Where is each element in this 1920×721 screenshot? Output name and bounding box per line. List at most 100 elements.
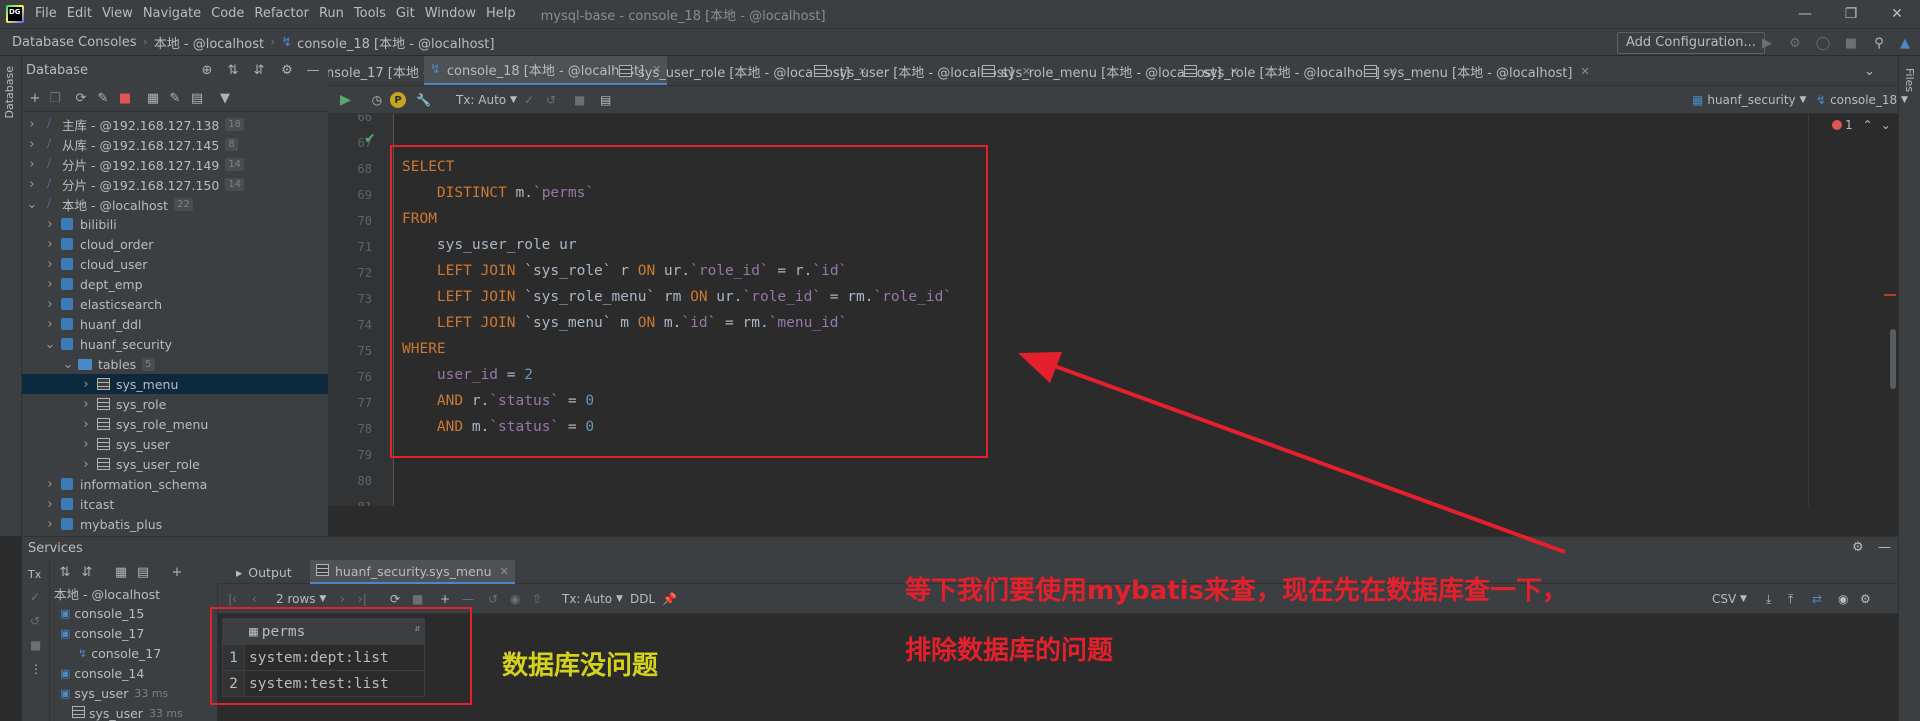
stop-icon[interactable]: ■: [30, 638, 41, 652]
result-tab[interactable]: ▸ Output: [230, 560, 298, 584]
tree-item[interactable]: › sys_role_menu: [22, 414, 328, 434]
copy-icon[interactable]: ❐: [46, 89, 64, 107]
chevron-right-icon[interactable]: ›: [80, 437, 92, 452]
chevron-down-icon[interactable]: ⌄: [44, 337, 56, 352]
profile-icon[interactable]: P: [390, 92, 406, 108]
chevron-down-icon[interactable]: ⌄: [1881, 118, 1891, 132]
add-configuration-button[interactable]: Add Configuration...: [1617, 32, 1765, 54]
chevron-right-icon[interactable]: ›: [44, 497, 56, 512]
breadcrumb-item-consoles[interactable]: Database Consoles: [12, 35, 137, 50]
breadcrumb-item-console[interactable]: console_18 [本地 - @localhost]: [297, 33, 494, 52]
code-line[interactable]: LEFT JOIN `sys_role` r ON ur.`role_id` =…: [402, 263, 847, 279]
menu-view[interactable]: View: [97, 0, 138, 28]
code-line[interactable]: WHERE: [402, 341, 446, 357]
code-line[interactable]: sys_user_role ur: [402, 237, 577, 253]
group-icon[interactable]: ▦: [112, 563, 130, 581]
more-icon[interactable]: ⋮: [30, 662, 42, 676]
refresh-icon[interactable]: ⟳: [72, 89, 90, 107]
filter-icon[interactable]: ▼: [216, 89, 234, 107]
tree-item[interactable]: › cloud_user: [22, 254, 328, 274]
service-item[interactable]: sys_user 33 ms: [72, 703, 183, 721]
tree-item[interactable]: ⌄ tables 5: [22, 354, 328, 374]
restore-icon[interactable]: ❐: [1828, 0, 1874, 28]
coverage-icon[interactable]: ◯: [1814, 34, 1832, 52]
minimize-icon[interactable]: —: [1782, 0, 1828, 28]
add-icon[interactable]: +: [26, 89, 44, 107]
sql-editor[interactable]: 66676869707172737475767778798081 SELECT …: [328, 114, 1898, 506]
chevron-right-icon[interactable]: ›: [80, 377, 92, 392]
tree-item[interactable]: › bilibili: [22, 214, 328, 234]
chevron-right-icon[interactable]: ›: [44, 297, 56, 312]
chevron-right-icon[interactable]: ›: [26, 117, 38, 132]
prev-page-icon[interactable]: ‹: [252, 590, 257, 608]
tree-item[interactable]: › huanf_ddl: [22, 314, 328, 334]
service-item[interactable]: ▣ console_15: [60, 603, 144, 623]
tree-item[interactable]: › ⧸ 从库 - @192.168.127.145 8: [22, 134, 328, 154]
edit-icon[interactable]: ✎: [166, 89, 184, 107]
tree-item[interactable]: ⌄ huanf_security: [22, 334, 328, 354]
stop-icon[interactable]: ■: [1842, 34, 1860, 52]
expand-all-icon[interactable]: ⇅: [56, 563, 74, 581]
chevron-down-icon[interactable]: ⌄: [26, 197, 38, 212]
chevron-right-icon[interactable]: ›: [44, 477, 56, 492]
collapse-all-icon[interactable]: ⇵: [78, 563, 96, 581]
close-window-icon[interactable]: ✕: [1874, 0, 1920, 28]
tab-list-chevron-icon[interactable]: ⌄: [1858, 56, 1881, 85]
collapse-all-icon[interactable]: ⇵: [250, 61, 268, 79]
history-icon[interactable]: ◷: [368, 91, 386, 109]
tx-mode-select[interactable]: Tx: Auto ▼: [456, 91, 517, 109]
chevron-right-icon[interactable]: ›: [44, 317, 56, 332]
execute-icon[interactable]: ▶: [340, 91, 351, 109]
gear-icon[interactable]: ⚙: [1852, 540, 1864, 555]
revert-icon[interactable]: ↺: [488, 590, 498, 608]
error-stripe-mark[interactable]: [1884, 294, 1896, 296]
first-page-icon[interactable]: |‹: [228, 590, 237, 608]
menu-run[interactable]: Run: [314, 0, 349, 28]
code-line[interactable]: SELECT: [402, 159, 454, 175]
chevron-right-icon[interactable]: ›: [26, 157, 38, 172]
view-icon[interactable]: ◉: [1838, 590, 1848, 608]
code-line[interactable]: LEFT JOIN `sys_menu` m ON m.`id` = rm.`m…: [402, 315, 847, 331]
gear-icon[interactable]: ⚙: [1860, 590, 1871, 608]
preview-icon[interactable]: ◉: [510, 590, 520, 608]
menu-help[interactable]: Help: [481, 0, 521, 28]
code-line[interactable]: user_id = 2: [402, 367, 533, 383]
tree-item[interactable]: › ⧸ 主库 - @192.168.127.138 18: [22, 114, 328, 134]
close-icon[interactable]: ✕: [500, 565, 509, 578]
ddl-button[interactable]: DDL: [630, 590, 655, 608]
tree-item[interactable]: › sys_role: [22, 394, 328, 414]
code-line[interactable]: DISTINCT m.`perms`: [402, 185, 594, 201]
commit-icon[interactable]: ✓: [30, 590, 40, 604]
tree-item[interactable]: ⌄ ⧸ 本地 - @localhost 22: [22, 194, 328, 214]
chevron-up-icon[interactable]: ⌃: [1863, 118, 1873, 132]
code-line[interactable]: FROM: [402, 211, 437, 227]
menu-navigate[interactable]: Navigate: [138, 0, 206, 28]
tree-item[interactable]: › mybatis_plus: [22, 514, 328, 534]
debug-icon[interactable]: ⚙: [1786, 34, 1804, 52]
upload-icon[interactable]: ⤒: [1788, 590, 1793, 608]
service-item[interactable]: ▣ sys_user 33 ms: [60, 683, 168, 703]
service-item[interactable]: 本地 - @localhost: [54, 584, 160, 603]
chevron-right-icon[interactable]: ›: [44, 217, 56, 232]
chevron-right-icon[interactable]: ›: [26, 137, 38, 152]
chevron-right-icon[interactable]: ›: [26, 177, 38, 192]
add-row-icon[interactable]: +: [440, 590, 450, 608]
problems-indicator[interactable]: 1 ⌃ ⌄: [1832, 118, 1891, 132]
chevron-right-icon[interactable]: ›: [44, 277, 56, 292]
chevron-right-icon[interactable]: ›: [44, 237, 56, 252]
layout-icon[interactable]: ▤: [134, 563, 152, 581]
tree-item[interactable]: › cloud_order: [22, 234, 328, 254]
chevron-right-icon[interactable]: ›: [44, 257, 56, 272]
rollback-icon[interactable]: ↺: [30, 614, 40, 628]
chevron-right-icon[interactable]: ›: [80, 417, 92, 432]
run-icon[interactable]: ▶: [1758, 34, 1776, 52]
chevron-right-icon[interactable]: ›: [80, 397, 92, 412]
chevron-right-icon[interactable]: ›: [80, 457, 92, 472]
result-view-icon[interactable]: ▤: [600, 91, 611, 109]
rollback-icon[interactable]: ↺: [546, 91, 556, 109]
refresh-icon[interactable]: ⟳: [390, 590, 400, 608]
result-tab[interactable]: huanf_security.sys_menu ✕: [310, 560, 515, 584]
pin-icon[interactable]: 📌: [662, 590, 677, 608]
wrench-icon[interactable]: 🔧: [416, 91, 431, 109]
expand-all-icon[interactable]: ⇅: [224, 61, 242, 79]
